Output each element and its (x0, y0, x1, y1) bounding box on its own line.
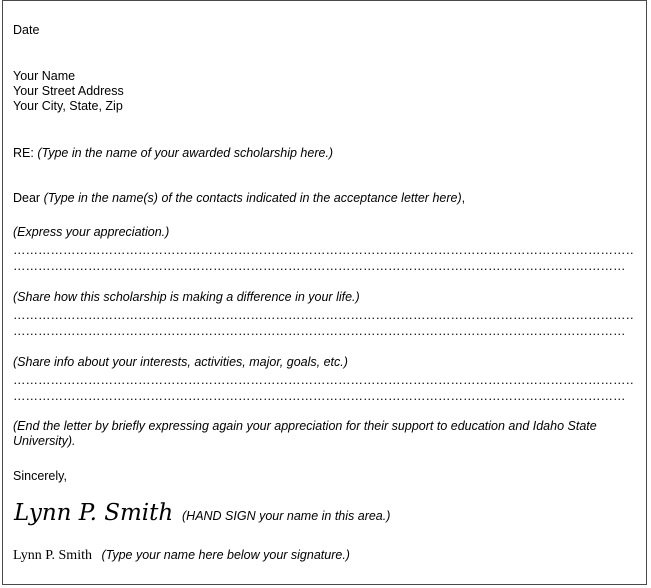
closing-note-line1: (End the letter by briefly expressing ag… (13, 419, 597, 433)
fill-line[interactable]: …………………………………………………………………………………………………………… (13, 309, 633, 321)
fill-line[interactable]: …………………………………………………………………………………………………………… (13, 244, 633, 256)
sign-off: Sincerely, (13, 469, 67, 483)
typed-name-line: Lynn P. Smith (Type your name here below… (13, 547, 350, 564)
signature-note: (HAND SIGN your name in this area.) (182, 509, 391, 523)
typed-note: (Type your name here below your signatur… (101, 548, 350, 562)
re-line: RE: (Type in the name of your awarded sc… (13, 146, 333, 161)
dear-punct: , (461, 191, 466, 205)
fill-line[interactable]: …………………………………………………………………………………………………………… (13, 325, 625, 337)
handwritten-signature: Lynn P. Smith (14, 500, 174, 526)
fill-line[interactable]: …………………………………………………………………………………………………………… (13, 390, 625, 402)
typed-name: Lynn P. Smith (13, 548, 92, 563)
sender-name: Your Name (13, 69, 76, 83)
section-prompt-interests: (Share info about your interests, activi… (13, 355, 348, 369)
fill-line[interactable]: …………………………………………………………………………………………………………… (13, 260, 625, 272)
sender-city: Your City, State, Zip (13, 99, 123, 113)
dear-label: Dear (13, 191, 41, 205)
re-label: RE: (13, 146, 34, 160)
section-prompt-difference: (Share how this scholarship is making a … (13, 290, 360, 304)
re-note: (Type in the name of your awarded schola… (37, 146, 334, 160)
salutation-line: Dear (Type in the name(s) of the contact… (13, 191, 465, 206)
closing-note-line2: University). (13, 434, 76, 448)
date-line: Date (13, 23, 40, 37)
fill-line[interactable]: …………………………………………………………………………………………………………… (13, 374, 633, 386)
dear-note: (Type in the name(s) of the contacts ind… (43, 191, 462, 205)
sender-street: Your Street Address (13, 84, 124, 98)
section-prompt-appreciation: (Express your appreciation.) (13, 225, 170, 239)
